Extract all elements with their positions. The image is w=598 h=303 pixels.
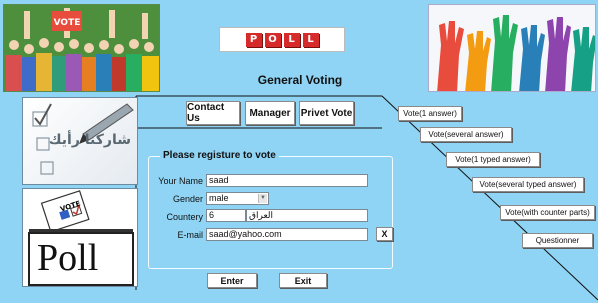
vote-with-counter-parts-button[interactable]: Vote(with counter parts)	[500, 205, 595, 220]
exit-button[interactable]: Exit	[279, 273, 327, 288]
email-label: E-mail	[177, 230, 203, 240]
name-field[interactable]: saad	[206, 174, 368, 187]
vote-one-answer-button[interactable]: Vote(1 answer)	[398, 106, 462, 121]
questionner-button[interactable]: Questionner	[522, 233, 593, 248]
gender-value: male	[209, 193, 229, 203]
svg-text:VOTE: VOTE	[54, 18, 81, 28]
manager-button[interactable]: Manager	[245, 101, 295, 125]
name-label: Your Name	[158, 176, 203, 186]
poll-logo: P O L L	[219, 27, 345, 52]
raised-hands-image	[428, 4, 596, 92]
vote-several-answer-button[interactable]: Vote(several answer)	[420, 127, 512, 142]
poll-ballot-box-image: VOTE Poll	[22, 188, 138, 287]
share-opinion-text: شاركنا رأيك	[48, 132, 131, 148]
clear-button[interactable]: X	[376, 227, 393, 241]
logo-letter: O	[264, 32, 281, 47]
enter-button[interactable]: Enter	[207, 273, 257, 288]
gender-select[interactable]: male ▼	[206, 192, 269, 205]
poll-word: Poll	[37, 237, 99, 279]
logo-letter: P	[245, 32, 262, 47]
gender-label: Gender	[172, 194, 203, 204]
privet-vote-button[interactable]: Privet Vote	[299, 101, 354, 125]
registration-legend: Please registure to vote	[160, 150, 279, 161]
crowd-banner-image: VOTE	[3, 4, 160, 92]
page-title: General Voting	[257, 73, 343, 87]
logo-letter: L	[283, 32, 300, 47]
country-code-field[interactable]: 6	[206, 209, 246, 222]
email-field[interactable]: saad@yahoo.com	[206, 228, 368, 241]
chevron-down-icon[interactable]: ▼	[258, 194, 267, 203]
vote-one-typed-answer-button[interactable]: Vote(1 typed answer)	[446, 152, 540, 167]
share-your-opinion-image: شاركنا رأيك	[22, 97, 138, 185]
country-label: Countery	[166, 212, 203, 222]
country-name-field[interactable]: العراق	[246, 209, 368, 222]
contact-us-button[interactable]: Contact Us	[186, 101, 240, 125]
vote-several-typed-answer-button[interactable]: Vote(several typed answer)	[472, 177, 584, 192]
logo-letter: L	[302, 32, 319, 47]
